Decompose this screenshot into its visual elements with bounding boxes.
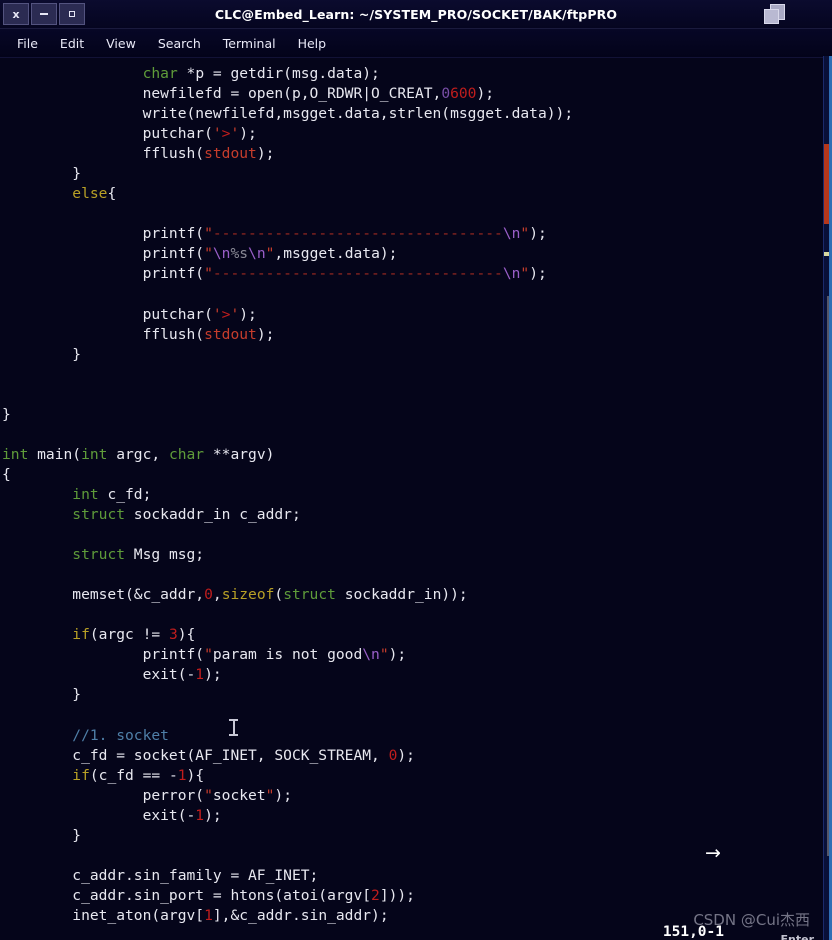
enter-hint: Enter xyxy=(780,933,815,940)
code-line: struct sockaddr_in c_addr; xyxy=(72,506,301,524)
code-line: printf("\n%s\n",msgget.data); xyxy=(2,245,398,263)
code-line: int c_fd; xyxy=(72,485,152,503)
window-controls: x xyxy=(0,3,85,25)
code-line: } xyxy=(2,345,82,363)
code-line: inet_aton(argv[1],&c_addr.sin_addr); xyxy=(2,906,389,924)
code-line: if(c_fd == -1){ xyxy=(72,766,205,784)
code-line: memset(&c_addr,0,sizeof(struct sockaddr_… xyxy=(2,586,468,604)
code-line: char *p = getdir(msg.data); xyxy=(142,65,380,82)
code-line: printf("param is not good\n"); xyxy=(2,646,407,664)
code-line: fflush(stdout); xyxy=(2,325,275,343)
code-line: { xyxy=(2,465,11,483)
menu-terminal[interactable]: Terminal xyxy=(214,33,285,54)
maximize-icon xyxy=(69,11,75,17)
code-line: exit(-1); xyxy=(2,666,222,684)
code-line: if(argc != 3){ xyxy=(72,626,196,644)
maximize-button[interactable] xyxy=(59,3,85,25)
menu-file[interactable]: File xyxy=(8,33,47,54)
code-line: newfilefd = open(p,O_RDWR|O_CREAT,0600); xyxy=(2,85,495,103)
title-bar: x CLC@Embed_Learn: ~/SYSTEM_PRO/SOCKET/B… xyxy=(0,0,832,29)
menu-help[interactable]: Help xyxy=(289,33,336,54)
code-line: fflush(stdout); xyxy=(2,145,275,163)
close-icon: x xyxy=(12,7,20,21)
vertical-scrollbar[interactable] xyxy=(823,56,832,940)
menu-edit[interactable]: Edit xyxy=(51,33,93,54)
scrollbar-secondary-track xyxy=(827,296,829,856)
code-line: } xyxy=(2,165,82,183)
copy-windows-icon[interactable] xyxy=(762,2,788,26)
code-line: } xyxy=(2,686,82,704)
source-code[interactable]: char *p = getdir(msg.data); newfilefd = … xyxy=(0,64,832,926)
menu-search[interactable]: Search xyxy=(149,33,210,54)
code-line: c_addr.sin_port = htons(atoi(argv[2])); xyxy=(2,886,415,904)
code-line: printf("--------------------------------… xyxy=(2,225,547,243)
scrollbar-mark xyxy=(824,252,829,256)
code-line: } xyxy=(2,405,11,423)
menu-bar: File Edit View Search Terminal Help xyxy=(0,29,832,58)
code-line: write(newfilefd,msgget.data,strlen(msgge… xyxy=(2,105,574,123)
terminal-window: x CLC@Embed_Learn: ~/SYSTEM_PRO/SOCKET/B… xyxy=(0,0,832,940)
code-line: putchar('>'); xyxy=(2,125,257,143)
code-line: c_fd = socket(AF_INET, SOCK_STREAM, 0); xyxy=(2,746,415,764)
window-title: CLC@Embed_Learn: ~/SYSTEM_PRO/SOCKET/BAK… xyxy=(214,6,618,22)
cursor-position: 151,0-1 xyxy=(662,924,724,940)
scrollbar-thumb[interactable] xyxy=(824,144,829,224)
terminal-screen[interactable]: char *p = getdir(msg.data); newfilefd = … xyxy=(0,58,832,940)
close-button[interactable]: x xyxy=(3,3,29,25)
code-line: exit(-1); xyxy=(2,806,222,824)
code-line: int main(int argc, char **argv) xyxy=(2,445,275,463)
menu-view[interactable]: View xyxy=(97,33,145,54)
code-line: perror("socket"); xyxy=(2,786,292,804)
code-line: else{ xyxy=(72,185,117,203)
code-line: putchar('>'); xyxy=(2,305,257,323)
code-line: struct Msg msg; xyxy=(72,546,205,564)
code-line: printf("--------------------------------… xyxy=(2,265,547,283)
minimize-icon xyxy=(40,13,48,15)
code-line: c_addr.sin_family = AF_INET; xyxy=(2,866,319,884)
code-line: //1. socket xyxy=(72,726,169,744)
minimize-button[interactable] xyxy=(31,3,57,25)
code-line: } xyxy=(2,826,82,844)
